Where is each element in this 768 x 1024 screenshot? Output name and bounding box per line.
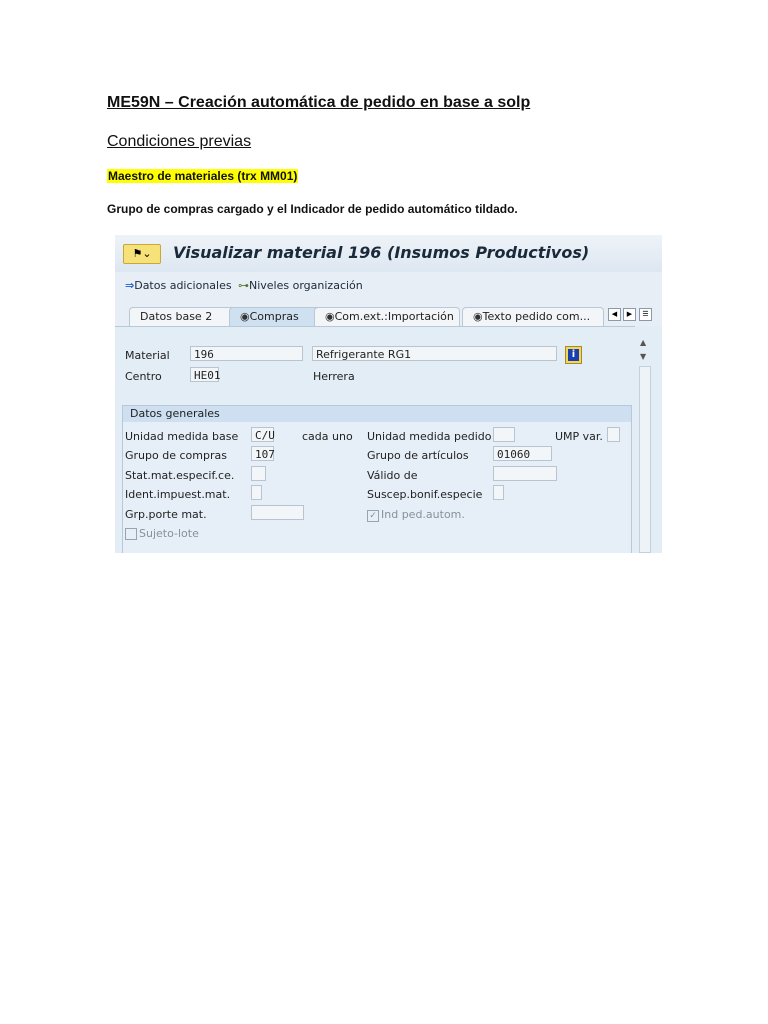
checkbox-unchecked-icon bbox=[125, 528, 137, 540]
ident-impuest-label: Ident.impuest.mat. bbox=[125, 488, 231, 501]
stat-mat-field[interactable] bbox=[251, 466, 266, 481]
tab-scroll-left-icon[interactable]: ◀ bbox=[608, 308, 621, 321]
unidad-base-field[interactable]: C/U bbox=[251, 427, 275, 442]
ump-var-label: UMP var. bbox=[555, 430, 603, 443]
centro-name: Herrera bbox=[313, 370, 355, 383]
grupo-compras-field[interactable]: 107 bbox=[251, 446, 275, 461]
document-title: ME59N – Creación automática de pedido en… bbox=[107, 94, 531, 111]
datos-generales-group: Datos generales Unidad medida base C/U c… bbox=[122, 405, 632, 553]
material-description-field[interactable]: Refrigerante RG1 bbox=[312, 346, 557, 361]
centro-label: Centro bbox=[125, 370, 162, 383]
sap-screenshot: ⚑⌄ Visualizar material 196 (Insumos Prod… bbox=[115, 235, 662, 553]
centro-field[interactable]: HE01 bbox=[190, 367, 221, 382]
paragraph: Grupo de compras cargado y el Indicador … bbox=[107, 202, 518, 216]
tab-datos-base-2[interactable]: Datos base 2 bbox=[129, 307, 239, 326]
grupo-articulos-label: Grupo de artículos bbox=[367, 449, 469, 462]
section-heading: Condiciones previas bbox=[107, 133, 252, 150]
valido-de-field[interactable] bbox=[493, 466, 557, 481]
ump-var-field[interactable] bbox=[607, 427, 620, 442]
tab-content: Material 196 Refrigerante RG1 i Centro H… bbox=[115, 326, 635, 553]
scroll-track[interactable] bbox=[639, 366, 651, 553]
scroll-down-icon[interactable]: ▼ bbox=[640, 352, 646, 361]
ind-ped-autom-checkbox[interactable]: ✓ Ind ped.autom. bbox=[367, 508, 465, 522]
group-title: Datos generales bbox=[123, 406, 631, 422]
scroll-up-icon[interactable]: ▲ bbox=[640, 338, 646, 347]
ident-impuest-field[interactable] bbox=[251, 485, 262, 500]
info-icon: i bbox=[568, 349, 579, 361]
suscep-bonif-field[interactable] bbox=[493, 485, 504, 500]
application-toolbar: ⇒Datos adicionales ⊶Niveles organización bbox=[115, 272, 662, 301]
status-icon: ◉ bbox=[473, 310, 483, 323]
checkbox-checked-icon: ✓ bbox=[367, 510, 379, 522]
status-icon: ◉ bbox=[240, 310, 250, 323]
stat-mat-label: Stat.mat.especif.ce. bbox=[125, 469, 235, 482]
sujeto-lote-checkbox[interactable]: Sujeto-lote bbox=[125, 527, 199, 540]
tab-strip: Datos base 2 ◉Compras ◉Com.ext.:Importac… bbox=[115, 300, 662, 326]
tab-scroll-right-icon[interactable]: ▶ bbox=[623, 308, 636, 321]
unidad-base-label: Unidad medida base bbox=[125, 430, 239, 443]
valido-de-label: Válido de bbox=[367, 469, 418, 482]
material-label: Material bbox=[125, 349, 170, 362]
highlighted-subheading: Maestro de materiales (trx MM01) bbox=[107, 169, 299, 183]
grp-porte-label: Grp.porte mat. bbox=[125, 508, 207, 521]
datos-adicionales-button[interactable]: ⇒Datos adicionales bbox=[125, 279, 232, 292]
grupo-compras-label: Grupo de compras bbox=[125, 449, 227, 462]
niveles-organizacion-button[interactable]: ⊶Niveles organización bbox=[238, 279, 363, 292]
tab-compras[interactable]: ◉Compras bbox=[229, 307, 321, 326]
tab-com-ext-importacion[interactable]: ◉Com.ext.:Importación bbox=[314, 307, 460, 326]
material-field[interactable]: 196 bbox=[190, 346, 303, 361]
arrow-right-icon: ⇒ bbox=[125, 279, 135, 292]
hierarchy-icon: ⊶ bbox=[238, 279, 249, 292]
tab-list-icon[interactable]: ☰ bbox=[639, 308, 652, 321]
unidad-base-text: cada uno bbox=[302, 430, 353, 443]
title-bar: ⚑⌄ Visualizar material 196 (Insumos Prod… bbox=[115, 235, 662, 273]
grupo-articulos-field[interactable]: 01060 bbox=[493, 446, 552, 461]
status-icon: ◉ bbox=[325, 310, 335, 323]
tab-texto-pedido[interactable]: ◉Texto pedido com... bbox=[462, 307, 604, 326]
info-button[interactable]: i bbox=[565, 346, 582, 364]
window-title: Visualizar material 196 (Insumos Product… bbox=[173, 243, 590, 262]
system-menu-button[interactable]: ⚑⌄ bbox=[123, 244, 161, 264]
unidad-pedido-field[interactable] bbox=[493, 427, 515, 442]
vertical-scrollbar[interactable]: ▲ ▼ bbox=[636, 326, 652, 553]
suscep-bonif-label: Suscep.bonif.especie bbox=[367, 488, 483, 501]
unidad-pedido-label: Unidad medida pedido bbox=[367, 430, 492, 443]
grp-porte-field[interactable] bbox=[251, 505, 304, 520]
